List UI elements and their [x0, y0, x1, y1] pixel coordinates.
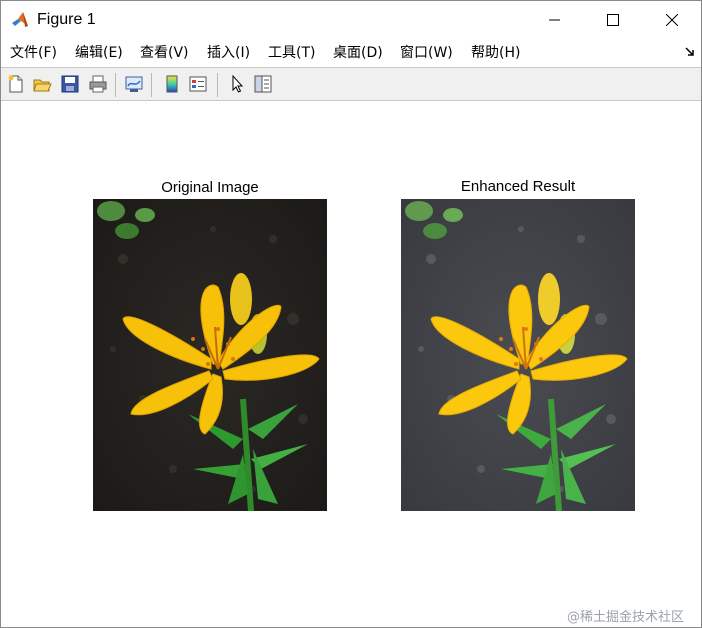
enhanced-image[interactable]	[401, 199, 635, 511]
insert-legend-button[interactable]	[187, 73, 209, 95]
menu-bar: 文件(F) 编辑(E) 查看(V) 插入(I) 工具(T) 桌面(D) 窗口(W…	[1, 39, 701, 67]
pointer-button[interactable]	[226, 73, 248, 95]
figure-canvas[interactable]: Original Image Enhanced Result	[1, 101, 701, 627]
toolbar-separator	[217, 73, 218, 97]
link-plot-button[interactable]	[123, 73, 145, 95]
pointer-icon	[232, 74, 244, 93]
watermark: @稀土掘金技术社区	[567, 610, 685, 625]
property-inspector-button[interactable]	[252, 73, 274, 95]
save-icon	[61, 75, 79, 93]
matlab-logo-icon	[12, 12, 28, 27]
close-icon	[666, 14, 678, 26]
toolbar-separator	[151, 73, 152, 97]
dock-arrow-icon[interactable]	[685, 47, 695, 57]
menu-view[interactable]: 查看(V)	[140, 45, 189, 61]
new-figure-button[interactable]	[5, 73, 27, 95]
new-figure-icon	[8, 75, 23, 93]
property-inspector-icon	[254, 75, 272, 93]
insert-colorbar-icon	[166, 75, 178, 93]
lily-photo-enhanced	[401, 199, 635, 511]
menu-desktop[interactable]: 桌面(D)	[333, 45, 383, 61]
open-file-icon	[33, 79, 52, 92]
axes-title-original: Original Image	[161, 179, 259, 196]
menu-help[interactable]: 帮助(H)	[471, 45, 520, 61]
menu-tools[interactable]: 工具(T)	[268, 45, 315, 61]
insert-legend-icon	[189, 76, 207, 92]
menu-insert[interactable]: 插入(I)	[207, 45, 250, 61]
menu-file[interactable]: 文件(F)	[10, 45, 57, 61]
toolbar-separator	[115, 73, 116, 97]
title-bar[interactable]: Figure 1	[1, 1, 701, 39]
menu-window[interactable]: 窗口(W)	[400, 45, 453, 61]
maximize-icon	[607, 14, 619, 26]
lily-photo-original	[93, 199, 327, 511]
close-button[interactable]	[643, 1, 701, 39]
print-icon	[89, 75, 107, 93]
insert-colorbar-button[interactable]	[161, 73, 183, 95]
maximize-button[interactable]	[584, 1, 642, 39]
figure-toolbar	[1, 67, 701, 101]
link-plot-icon	[125, 76, 143, 92]
figure-window: Figure 1 文件(F) 编辑(E) 查看(V) 插入(I) 工具(T) 桌…	[0, 0, 702, 628]
menu-edit[interactable]: 编辑(E)	[75, 45, 123, 61]
save-button[interactable]	[59, 73, 81, 95]
window-title: Figure 1	[37, 11, 96, 28]
print-button[interactable]	[87, 73, 109, 95]
open-file-button[interactable]	[31, 73, 53, 95]
original-image[interactable]	[93, 199, 327, 511]
axes-title-enhanced: Enhanced Result	[460, 178, 576, 195]
minimize-button[interactable]	[526, 1, 584, 39]
minimize-icon	[549, 19, 560, 21]
